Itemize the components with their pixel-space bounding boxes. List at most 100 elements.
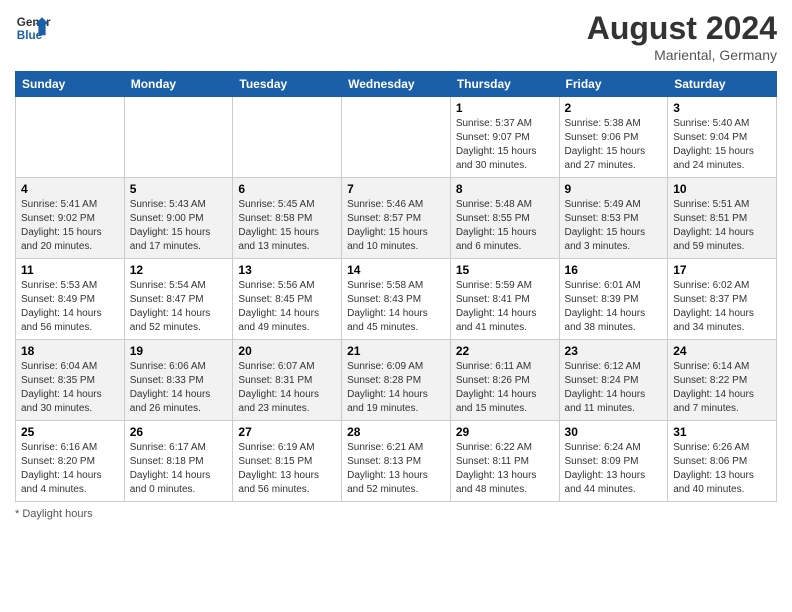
day-number: 18 <box>21 344 119 358</box>
day-cell: 25Sunrise: 6:16 AM Sunset: 8:20 PM Dayli… <box>16 421 125 502</box>
week-row-1: 1 Sunrise: 5:37 AM Sunset: 9:07 PM Daylig… <box>16 97 777 178</box>
day-cell: 20 Sunrise: 6:07 AM Sunset: 8:31 PM Dayli… <box>233 340 342 421</box>
day-number: 3 <box>673 101 771 115</box>
day-info: Sunrise: 6:02 AM Sunset: 8:37 PM Dayligh… <box>673 279 771 335</box>
day-info: Sunrise: 6:22 AM Sunset: 8:11 PM Dayligh… <box>456 441 554 497</box>
day-cell: 7 Sunrise: 5:46 AM Sunset: 8:57 PM Daylig… <box>342 178 451 259</box>
day-number: 22 <box>456 344 554 358</box>
day-number: 10 <box>673 182 771 196</box>
day-number: 6 <box>238 182 336 196</box>
day-cell: 21 Sunrise: 6:09 AM Sunset: 8:28 PM Dayli… <box>342 340 451 421</box>
day-info: Sunrise: 6:04 AM Sunset: 8:35 PM Dayligh… <box>21 360 119 416</box>
day-cell: 10 Sunrise: 5:51 AM Sunset: 8:51 PM Dayli… <box>668 178 777 259</box>
day-info: Sunrise: 5:51 AM Sunset: 8:51 PM Dayligh… <box>673 198 771 254</box>
page-header: General Blue August 2024 Mariental, Germ… <box>15 10 777 63</box>
day-cell: 13 Sunrise: 5:56 AM Sunset: 8:45 PM Dayli… <box>233 259 342 340</box>
day-cell: 3Sunrise: 5:40 AM Sunset: 9:04 PM Daylig… <box>668 97 777 178</box>
day-header-monday: Monday <box>124 72 233 97</box>
day-info: Sunrise: 5:37 AM Sunset: 9:07 PM Dayligh… <box>456 117 554 173</box>
calendar-table: SundayMondayTuesdayWednesdayThursdayFrid… <box>15 71 777 502</box>
day-cell: 31 Sunrise: 6:26 AM Sunset: 8:06 PM Dayli… <box>668 421 777 502</box>
day-info: Sunrise: 6:26 AM Sunset: 8:06 PM Dayligh… <box>673 441 771 497</box>
day-cell: 5 Sunrise: 5:43 AM Sunset: 9:00 PM Daylig… <box>124 178 233 259</box>
day-info: Sunrise: 5:54 AM Sunset: 8:47 PM Dayligh… <box>130 279 228 335</box>
day-cell: 24Sunrise: 6:14 AM Sunset: 8:22 PM Dayli… <box>668 340 777 421</box>
day-number: 14 <box>347 263 445 277</box>
day-cell: 19 Sunrise: 6:06 AM Sunset: 8:33 PM Dayli… <box>124 340 233 421</box>
day-header-wednesday: Wednesday <box>342 72 451 97</box>
week-row-3: 11 Sunrise: 5:53 AM Sunset: 8:49 PM Dayli… <box>16 259 777 340</box>
day-cell: 26Sunrise: 6:17 AM Sunset: 8:18 PM Dayli… <box>124 421 233 502</box>
week-row-5: 25Sunrise: 6:16 AM Sunset: 8:20 PM Dayli… <box>16 421 777 502</box>
day-number: 30 <box>565 425 663 439</box>
day-number: 7 <box>347 182 445 196</box>
day-info: Sunrise: 5:41 AM Sunset: 9:02 PM Dayligh… <box>21 198 119 254</box>
day-info: Sunrise: 6:21 AM Sunset: 8:13 PM Dayligh… <box>347 441 445 497</box>
day-cell <box>233 97 342 178</box>
location: Mariental, Germany <box>587 47 777 63</box>
day-cell: 8 Sunrise: 5:48 AM Sunset: 8:55 PM Daylig… <box>450 178 559 259</box>
day-info: Sunrise: 5:49 AM Sunset: 8:53 PM Dayligh… <box>565 198 663 254</box>
day-number: 20 <box>238 344 336 358</box>
day-info: Sunrise: 6:11 AM Sunset: 8:26 PM Dayligh… <box>456 360 554 416</box>
day-cell: 17Sunrise: 6:02 AM Sunset: 8:37 PM Dayli… <box>668 259 777 340</box>
day-info: Sunrise: 5:46 AM Sunset: 8:57 PM Dayligh… <box>347 198 445 254</box>
day-number: 28 <box>347 425 445 439</box>
day-number: 2 <box>565 101 663 115</box>
day-cell: 29 Sunrise: 6:22 AM Sunset: 8:11 PM Dayli… <box>450 421 559 502</box>
day-cell: 18 Sunrise: 6:04 AM Sunset: 8:35 PM Dayli… <box>16 340 125 421</box>
day-header-sunday: Sunday <box>16 72 125 97</box>
day-cell: 2Sunrise: 5:38 AM Sunset: 9:06 PM Daylig… <box>559 97 668 178</box>
day-info: Sunrise: 5:43 AM Sunset: 9:00 PM Dayligh… <box>130 198 228 254</box>
day-number: 21 <box>347 344 445 358</box>
week-row-4: 18 Sunrise: 6:04 AM Sunset: 8:35 PM Dayli… <box>16 340 777 421</box>
day-info: Sunrise: 5:53 AM Sunset: 8:49 PM Dayligh… <box>21 279 119 335</box>
day-number: 11 <box>21 263 119 277</box>
day-number: 13 <box>238 263 336 277</box>
day-cell: 23 Sunrise: 6:12 AM Sunset: 8:24 PM Dayli… <box>559 340 668 421</box>
day-number: 25 <box>21 425 119 439</box>
day-info: Sunrise: 6:09 AM Sunset: 8:28 PM Dayligh… <box>347 360 445 416</box>
day-cell: 4 Sunrise: 5:41 AM Sunset: 9:02 PM Daylig… <box>16 178 125 259</box>
day-info: Sunrise: 5:48 AM Sunset: 8:55 PM Dayligh… <box>456 198 554 254</box>
day-info: Sunrise: 6:07 AM Sunset: 8:31 PM Dayligh… <box>238 360 336 416</box>
day-number: 4 <box>21 182 119 196</box>
day-cell: 9 Sunrise: 5:49 AM Sunset: 8:53 PM Daylig… <box>559 178 668 259</box>
day-info: Sunrise: 5:45 AM Sunset: 8:58 PM Dayligh… <box>238 198 336 254</box>
day-info: Sunrise: 5:56 AM Sunset: 8:45 PM Dayligh… <box>238 279 336 335</box>
day-info: Sunrise: 5:59 AM Sunset: 8:41 PM Dayligh… <box>456 279 554 335</box>
day-number: 1 <box>456 101 554 115</box>
day-info: Sunrise: 6:12 AM Sunset: 8:24 PM Dayligh… <box>565 360 663 416</box>
title-block: August 2024 Mariental, Germany <box>587 10 777 63</box>
day-number: 23 <box>565 344 663 358</box>
day-number: 31 <box>673 425 771 439</box>
week-row-2: 4 Sunrise: 5:41 AM Sunset: 9:02 PM Daylig… <box>16 178 777 259</box>
day-number: 9 <box>565 182 663 196</box>
month-year: August 2024 <box>587 10 777 47</box>
day-cell <box>124 97 233 178</box>
logo-icon: General Blue <box>15 10 51 46</box>
day-cell: 1 Sunrise: 5:37 AM Sunset: 9:07 PM Daylig… <box>450 97 559 178</box>
day-cell: 30 Sunrise: 6:24 AM Sunset: 8:09 PM Dayli… <box>559 421 668 502</box>
day-number: 16 <box>565 263 663 277</box>
day-number: 12 <box>130 263 228 277</box>
day-info: Sunrise: 6:17 AM Sunset: 8:18 PM Dayligh… <box>130 441 228 497</box>
day-cell: 12 Sunrise: 5:54 AM Sunset: 8:47 PM Dayli… <box>124 259 233 340</box>
day-cell: 27Sunrise: 6:19 AM Sunset: 8:15 PM Dayli… <box>233 421 342 502</box>
day-number: 29 <box>456 425 554 439</box>
day-header-tuesday: Tuesday <box>233 72 342 97</box>
footer-note: * Daylight hours <box>15 508 777 520</box>
footer-note-text: Daylight hours <box>22 508 92 520</box>
day-cell: 6 Sunrise: 5:45 AM Sunset: 8:58 PM Daylig… <box>233 178 342 259</box>
day-cell: 14Sunrise: 5:58 AM Sunset: 8:43 PM Dayli… <box>342 259 451 340</box>
day-info: Sunrise: 6:14 AM Sunset: 8:22 PM Dayligh… <box>673 360 771 416</box>
day-cell <box>342 97 451 178</box>
day-number: 5 <box>130 182 228 196</box>
day-info: Sunrise: 6:01 AM Sunset: 8:39 PM Dayligh… <box>565 279 663 335</box>
day-info: Sunrise: 6:24 AM Sunset: 8:09 PM Dayligh… <box>565 441 663 497</box>
day-info: Sunrise: 6:06 AM Sunset: 8:33 PM Dayligh… <box>130 360 228 416</box>
day-info: Sunrise: 6:19 AM Sunset: 8:15 PM Dayligh… <box>238 441 336 497</box>
day-number: 19 <box>130 344 228 358</box>
day-cell: 11 Sunrise: 5:53 AM Sunset: 8:49 PM Dayli… <box>16 259 125 340</box>
day-number: 8 <box>456 182 554 196</box>
